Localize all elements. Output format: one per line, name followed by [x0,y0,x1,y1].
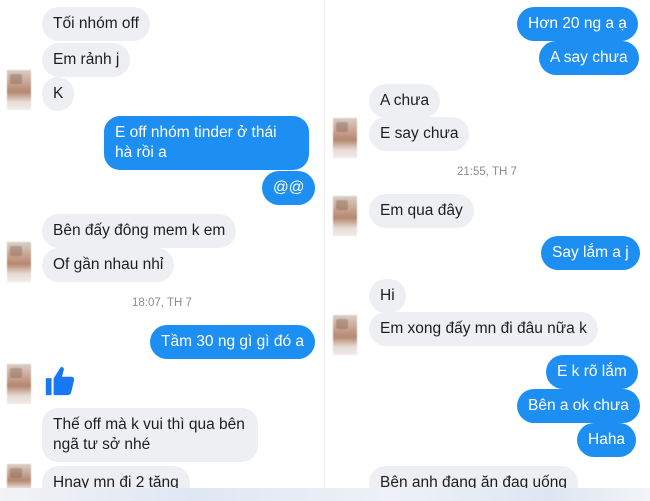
message-incoming: E say chưa [369,117,470,151]
contact-avatar [7,242,31,282]
contact-avatar [7,70,31,110]
message-outgoing: Haha [577,423,637,457]
message-incoming: Of gần nhau nhỉ [42,248,175,282]
message-outgoing: E off nhóm tinder ở thái hà rồi a [104,116,309,170]
message-outgoing: Hơn 20 ng a ạ [517,7,638,41]
message-outgoing: Bên a ok chưa [517,389,640,423]
message-incoming: Bên đấy đông mem k em [42,214,237,248]
message-outgoing: A say chưa [539,41,639,75]
contact-avatar [333,196,357,236]
message-incoming: Thế off mà k vui thì qua bên ngã tư sở n… [42,408,258,462]
message-outgoing: E k rõ lắm [546,355,638,389]
message-incoming: Em xong đấy mn đi đâu nữa k [369,312,598,346]
message-incoming: K [42,77,75,111]
message-incoming: Tối nhóm off [42,7,150,41]
panel-divider [324,0,325,501]
message-outgoing: Tầm 30 ng gì gì đó a [150,325,316,359]
message-incoming: Em qua đây [369,194,474,228]
timestamp: 21:55, TH 7 [457,166,517,178]
contact-avatar [333,118,357,158]
thumbs-up-icon [45,367,75,396]
message-outgoing: Say lắm a j [541,236,640,270]
message-incoming: A chưa [369,84,441,118]
timestamp: 18:07, TH 7 [132,297,192,309]
contact-avatar [333,315,357,355]
blurred-composer-strip [0,488,650,501]
message-incoming: Hi [369,279,406,313]
contact-avatar [7,364,31,404]
message-incoming: Em rảnh j [42,43,131,77]
message-outgoing: @@ [262,171,316,205]
